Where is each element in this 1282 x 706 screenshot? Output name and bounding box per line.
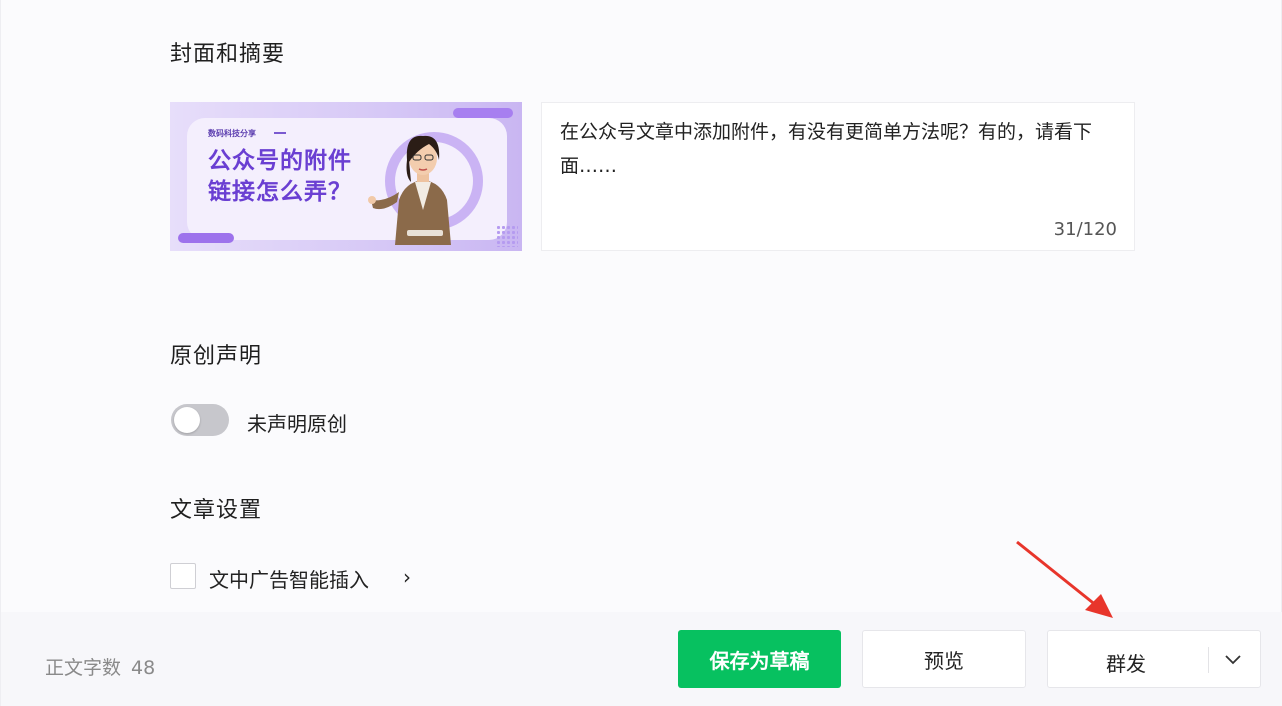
original-declaration-title: 原创声明 xyxy=(170,344,263,369)
cover-decoration xyxy=(453,108,513,118)
preview-button[interactable]: 预览 xyxy=(862,630,1026,688)
ad-insert-checkbox[interactable] xyxy=(170,563,196,589)
ad-insert-label[interactable]: 文中广告智能插入 xyxy=(209,564,369,593)
cover-summary-title: 封面和摘要 xyxy=(170,42,286,67)
cover-tag: 数码科技分享 xyxy=(208,129,256,138)
chevron-down-icon[interactable] xyxy=(1224,653,1242,665)
article-settings-title: 文章设置 xyxy=(170,498,263,523)
publish-button-group: 群发 xyxy=(1047,630,1261,688)
word-count-value: 48 xyxy=(131,657,156,679)
cover-image[interactable]: 数码科技分享 公众号的附件 链接怎么弄？ xyxy=(170,102,522,251)
word-count-label: 正文字数 xyxy=(45,657,122,679)
original-toggle-label: 未声明原创 xyxy=(247,412,347,436)
toggle-knob xyxy=(174,407,200,433)
presenter-illustration xyxy=(368,135,451,245)
chevron-right-icon[interactable]: › xyxy=(403,565,411,589)
cover-decoration xyxy=(178,233,234,243)
publish-divider xyxy=(1208,647,1209,673)
cover-tag-line xyxy=(274,132,286,134)
cover-dots xyxy=(496,225,518,247)
summary-textarea[interactable]: 在公众号文章中添加附件，有没有更简单方法呢？有的，请看下面…… 31/120 xyxy=(541,102,1135,251)
publish-button[interactable]: 群发 xyxy=(1106,648,1146,677)
summary-char-count: 31/120 xyxy=(1053,219,1117,240)
word-count: 正文字数 48 xyxy=(45,653,155,680)
original-toggle[interactable] xyxy=(171,404,229,436)
red-arrow-icon xyxy=(1016,540,1113,618)
summary-text: 在公众号文章中添加附件，有没有更简单方法呢？有的，请看下面…… xyxy=(560,121,1093,177)
save-draft-button[interactable]: 保存为草稿 xyxy=(678,630,841,688)
article-settings-panel: 封面和摘要 数码科技分享 公众号的附件 链接怎么弄？ 在公众号文章中添加附件，有… xyxy=(0,0,1282,706)
